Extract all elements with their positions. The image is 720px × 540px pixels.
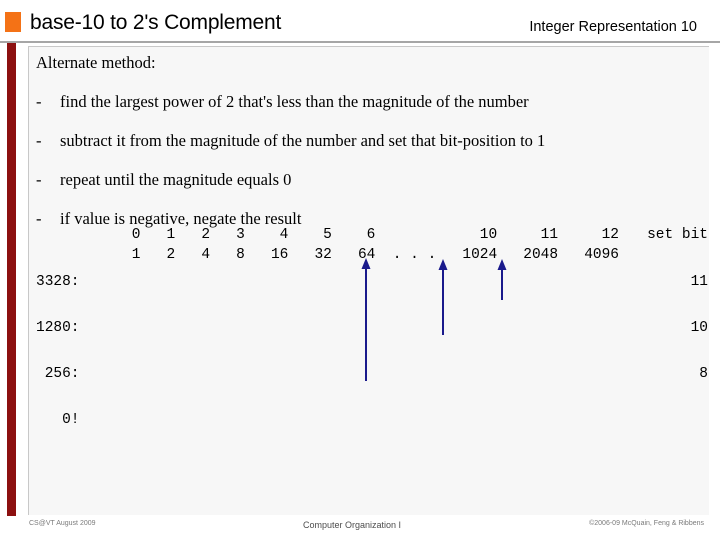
- row-label-0: 0!: [36, 412, 80, 428]
- slide-footer: CS@VT August 2009 Computer Organization …: [0, 520, 720, 540]
- page-title: base-10 to 2's Complement: [30, 11, 282, 34]
- row-setbit-1280: 10: [690, 320, 708, 336]
- bullet-dash-icon: -: [36, 170, 42, 189]
- table-row: 1280: 10: [36, 319, 708, 337]
- table-row: 3328: 11: [36, 273, 708, 291]
- slide-header: base-10 to 2's Complement Integer Repres…: [0, 0, 720, 41]
- bullet-dash-icon: -: [36, 92, 42, 111]
- bit-index-cells: 0 1 2 3 4 5 6 10 11 12: [36, 227, 663, 243]
- bullet-item-2-label: subtract it from the magnitude of the nu…: [60, 131, 546, 150]
- lead-line: Alternate method:: [36, 53, 156, 72]
- row-setbit-3328: 11: [690, 274, 708, 290]
- bullet-item-1-label: find the largest power of 2 that's less …: [60, 92, 529, 111]
- footer-right-text: ©2006-09 McQuain, Feng & Ribbens: [589, 520, 704, 527]
- bullet-item-3-label: repeat until the magnitude equals 0: [60, 170, 292, 189]
- bullet-item-3: - repeat until the magnitude equals 0: [36, 170, 696, 190]
- table-row: 0!: [36, 411, 708, 429]
- footer-left-text: CS@VT August 2009: [29, 520, 96, 527]
- table-row: 256: 8: [36, 365, 708, 383]
- bit-position-table: 0 1 2 3 4 5 6 10 11 12 set bit 1 2 4 8 1…: [36, 226, 708, 436]
- header-subtitle: Integer Representation 10: [529, 19, 697, 35]
- bullet-item-1: - find the largest power of 2 that's les…: [36, 92, 696, 112]
- bit-value-cells: 1 2 4 8 16 32 64 . . . 1024 2048 4096: [36, 247, 663, 263]
- prose-block: Alternate method: - find the largest pow…: [36, 53, 696, 248]
- row-label-256: 256:: [36, 366, 80, 382]
- set-bit-header: set bit: [647, 227, 708, 243]
- row-setbit-256: 8: [699, 366, 708, 382]
- orange-square-icon: [5, 12, 21, 32]
- footer-center-text: Computer Organization I: [303, 520, 402, 530]
- left-accent-bar: [7, 43, 16, 516]
- bullet-item-2: - subtract it from the magnitude of the …: [36, 131, 696, 151]
- header-divider: [0, 41, 720, 43]
- table-row-bit-values: 1 2 4 8 16 32 64 . . . 1024 2048 4096: [36, 246, 708, 264]
- bullet-dash-icon: -: [36, 131, 42, 150]
- row-label-1280: 1280:: [36, 320, 80, 336]
- row-label-3328: 3328:: [36, 274, 80, 290]
- table-row-bit-indices: 0 1 2 3 4 5 6 10 11 12 set bit: [36, 226, 708, 244]
